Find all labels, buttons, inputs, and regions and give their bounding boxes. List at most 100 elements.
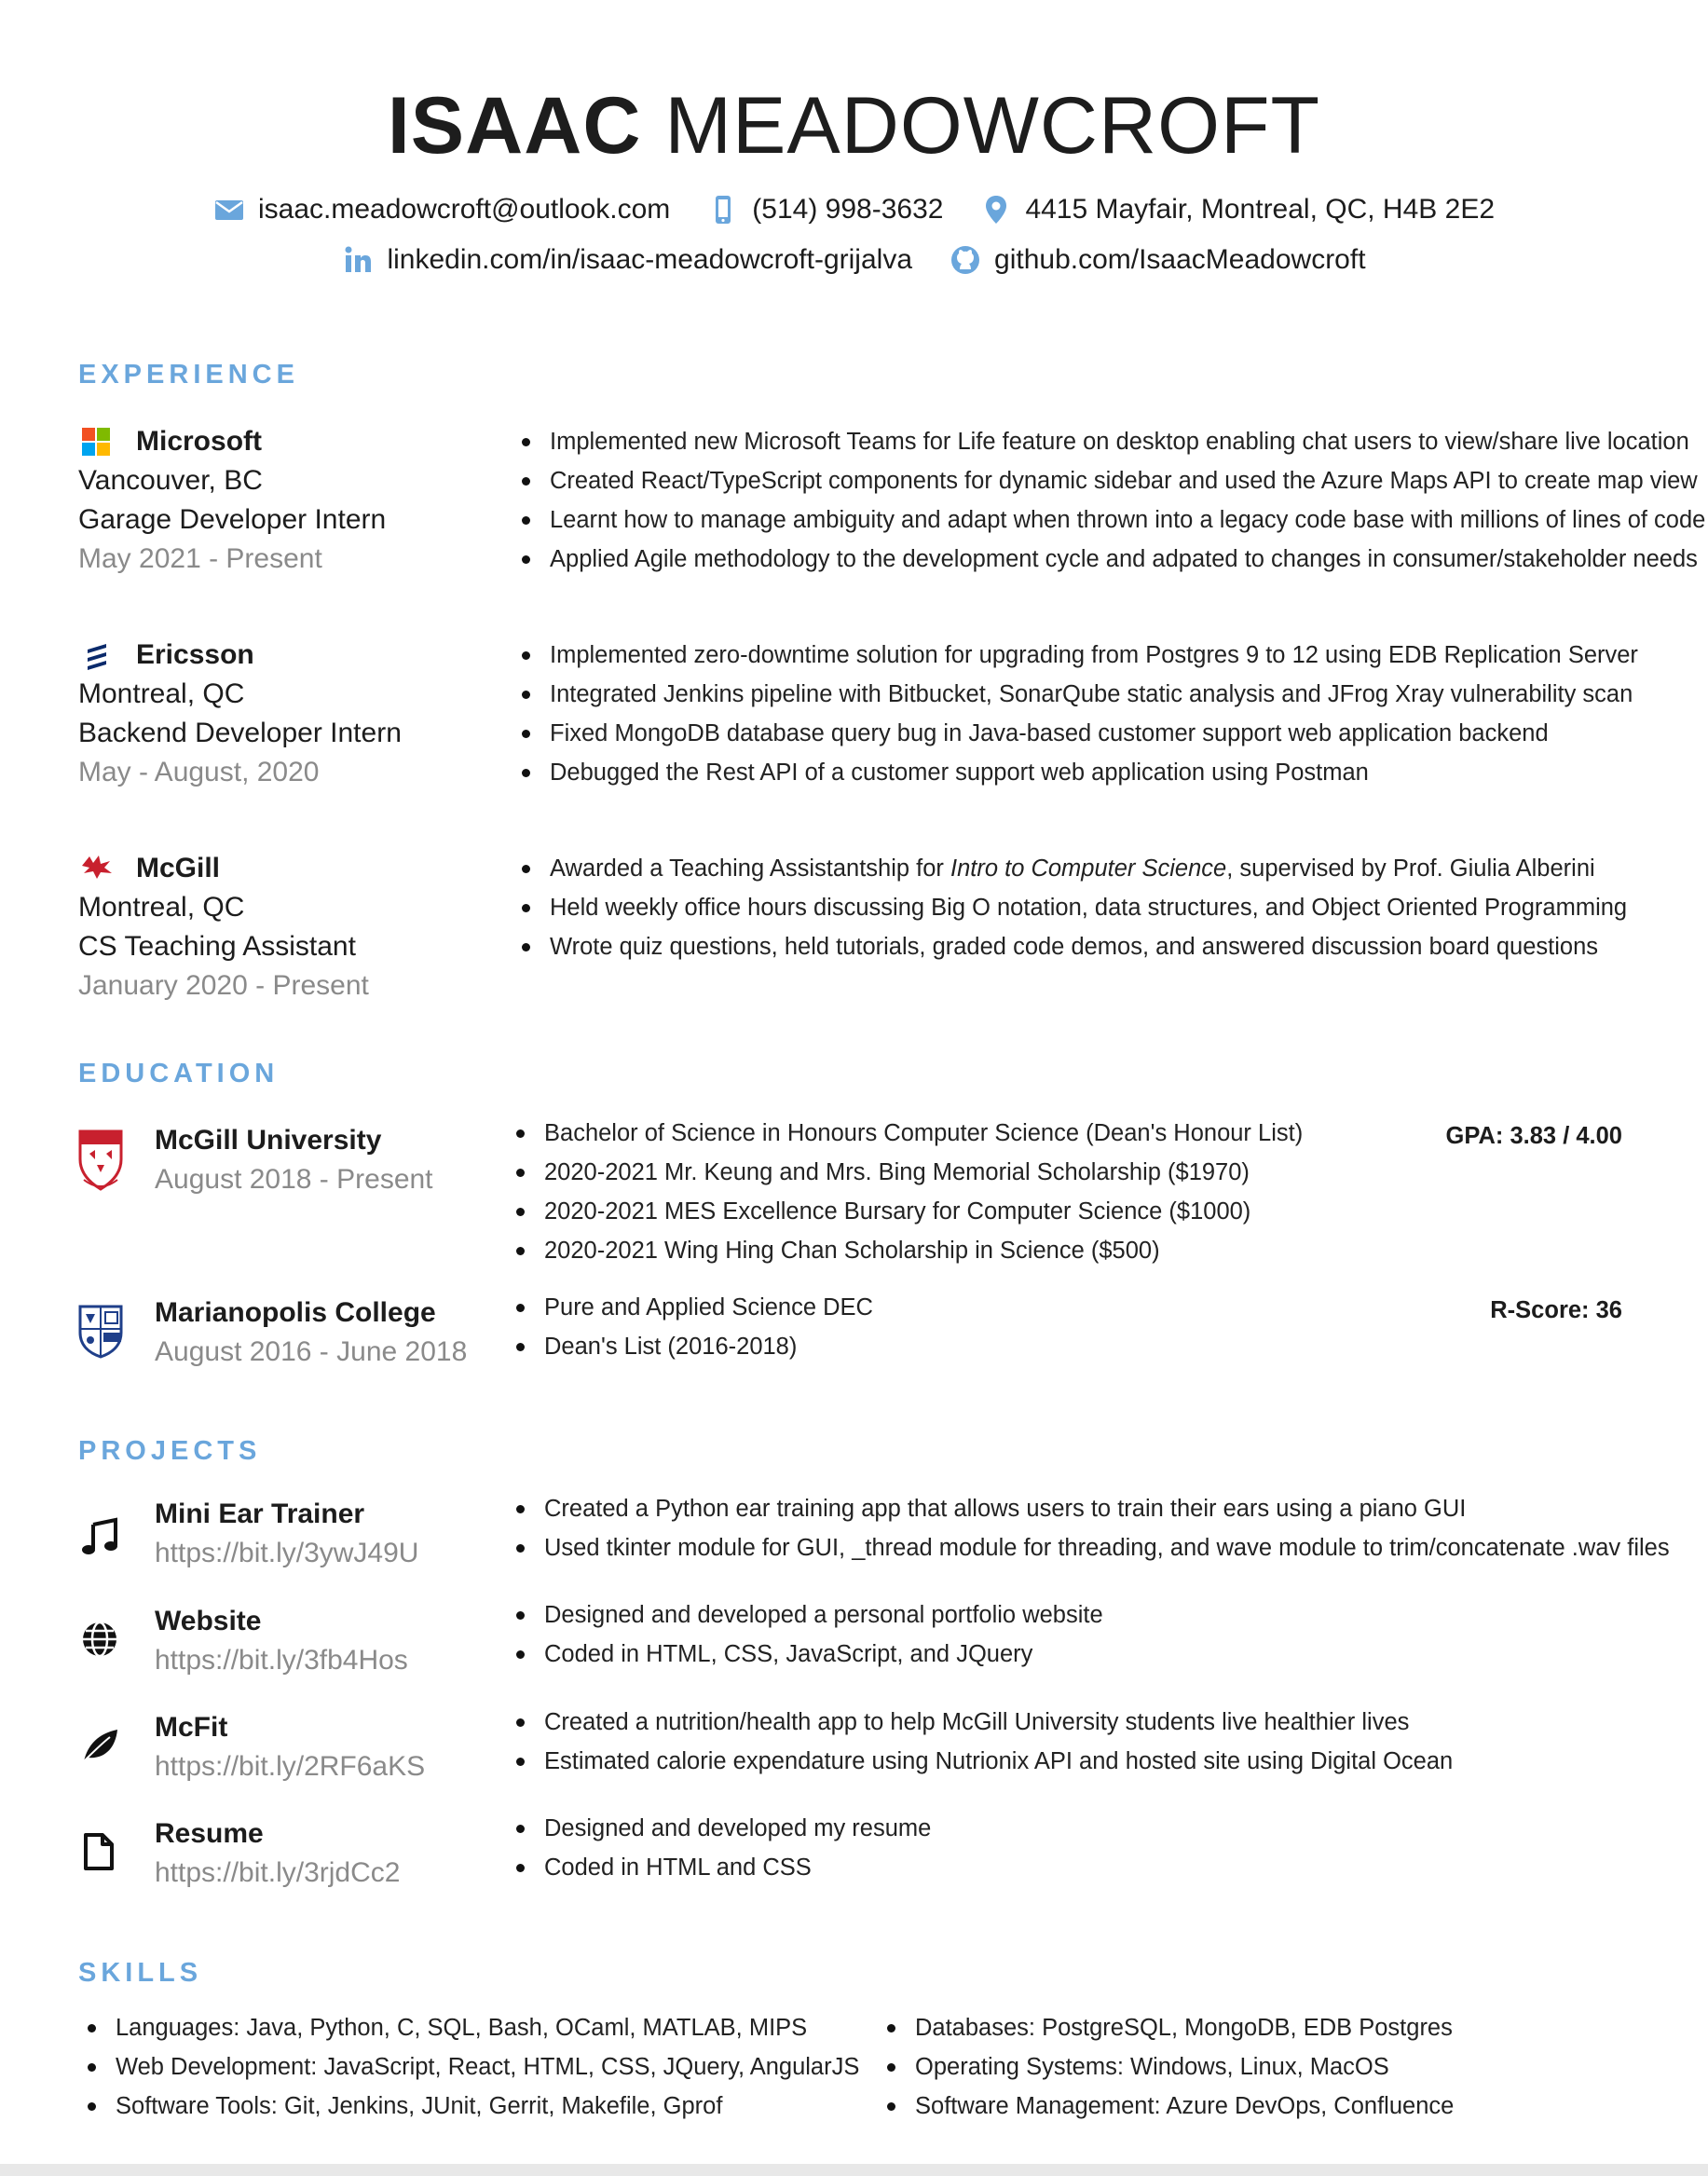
project-entry-ear-trainer: Mini Ear Trainer https://bit.ly/3ywJ49U [155,1495,418,1573]
bullet-text-post: , supervised by Prof. Giulia Alberini [1226,855,1595,882]
contact-row-1: isaac.meadowcroft@outlook.com (514) 998-… [0,194,1708,226]
bullet-item: 2020-2021 Wing Hing Chan Scholarship in … [512,1231,1303,1270]
document-icon [84,1833,114,1870]
page-bottom-edge [0,2164,1708,2176]
music-note-icon [82,1517,117,1554]
education-entry-marianopolis: Marianopolis College August 2016 - June … [155,1293,467,1372]
project-url[interactable]: https://bit.ly/3fb4Hos [155,1641,408,1680]
linkedin-contact[interactable]: linkedin.com/in/isaac-meadowcroft-grijal… [342,244,912,276]
bullet-item: Learnt how to manage ambiguity and adapt… [518,500,1705,540]
education-bullets-marianopolis: Pure and Applied Science DEC Dean's List… [512,1288,873,1366]
bullet-item: Fixed MongoDB database query bug in Java… [518,714,1638,753]
phone-text: (514) 998-3632 [752,194,944,225]
school-name: Marianopolis College [155,1297,436,1328]
address-contact[interactable]: 4415 Mayfair, Montreal, QC, H4B 2E2 [980,194,1495,226]
skill-item: Languages: Java, Python, C, SQL, Bash, O… [80,2008,859,2047]
bullet-item: 2020-2021 MES Excellence Bursary for Com… [512,1192,1303,1231]
project-url[interactable]: https://bit.ly/3rjdCc2 [155,1854,400,1893]
gpa-note: GPA: 3.83 / 4.00 [1445,1123,1622,1149]
experience-entry-ericsson: Ericsson Montreal, QC Backend Developer … [78,636,402,792]
bullet-item: Coded in HTML, CSS, JavaScript, and JQue… [512,1635,1103,1674]
bullet-item: 2020-2021 Mr. Keung and Mrs. Bing Memori… [512,1153,1303,1192]
skill-item: Software Management: Azure DevOps, Confl… [880,2087,1454,2126]
company-name: Microsoft [136,426,262,457]
bullet-item: Created a Python ear training app that a… [512,1489,1670,1528]
skills-right-column: Databases: PostgreSQL, MongoDB, EDB Post… [880,2008,1454,2126]
bullet-item: Debugged the Rest API of a customer supp… [518,753,1638,792]
job-dates: January 2020 - Present [78,970,369,1001]
last-name: MEADOWCROFT [664,81,1321,171]
bullet-item: Created React/TypeScript components for … [518,461,1705,500]
resume-name: ISAAC MEADOWCROFT [0,86,1708,166]
education-entry-mcgill: McGill University August 2018 - Present [155,1121,433,1199]
education-section-title: EDUCATION [78,1059,280,1088]
phone-icon [716,196,731,224]
project-bullets-resume: Designed and developed my resume Coded i… [512,1809,931,1887]
bullet-item: Estimated calorie expendature using Nutr… [512,1742,1453,1781]
bullet-item: Designed and developed my resume [512,1809,931,1848]
job-location: Montreal, QC [78,892,245,923]
globe-icon [83,1621,116,1658]
project-name: McFit [155,1712,228,1743]
phone-contact[interactable]: (514) 998-3632 [707,194,943,226]
skill-item: Software Tools: Git, Jenkins, JUnit, Ger… [80,2087,859,2126]
skills-section-title: SKILLS [78,1958,203,1988]
rscore-note: R-Score: 36 [1490,1297,1622,1323]
envelope-icon [214,200,243,220]
leaf-icon [83,1730,117,1762]
skills-left-column: Languages: Java, Python, C, SQL, Bash, O… [80,2008,859,2126]
projects-section-title: PROJECTS [78,1436,262,1466]
experience-bullets-mcgill: Awarded a Teaching Assistantship for Int… [518,849,1627,966]
bullet-item: Applied Agile methodology to the develop… [518,540,1705,579]
company-name: McGill [136,853,221,883]
experience-section-title: EXPERIENCE [78,360,299,390]
project-entry-website: Website https://bit.ly/3fb4Hos [155,1602,408,1680]
experience-bullets-microsoft: Implemented new Microsoft Teams for Life… [518,422,1705,579]
company-name: Ericsson [136,639,254,670]
email-contact[interactable]: isaac.meadowcroft@outlook.com [213,194,670,226]
bullet-item: Implemented new Microsoft Teams for Life… [518,422,1705,461]
linkedin-icon [345,246,372,272]
school-dates: August 2016 - June 2018 [155,1336,468,1367]
project-entry-resume: Resume https://bit.ly/3rjdCc2 [155,1814,400,1893]
project-bullets-mcfit: Created a nutrition/health app to help M… [512,1703,1453,1781]
project-name: Website [155,1606,262,1636]
experience-entry-microsoft: Microsoft Vancouver, BC Garage Developer… [78,422,386,579]
bullet-item: Awarded a Teaching Assistantship for Int… [518,849,1627,888]
experience-entry-mcgill: McGill Montreal, QC CS Teaching Assistan… [78,849,369,1006]
project-url[interactable]: https://bit.ly/3ywJ49U [155,1534,418,1573]
skill-item: Databases: PostgreSQL, MongoDB, EDB Post… [880,2008,1454,2047]
school-dates: August 2018 - Present [155,1164,433,1195]
contact-row-2: linkedin.com/in/isaac-meadowcroft-grijal… [0,244,1708,276]
school-name: McGill University [155,1125,382,1156]
bullet-item: Implemented zero-downtime solution for u… [518,636,1638,675]
course-name: Intro to Computer Science [950,855,1227,882]
job-dates: May - August, 2020 [78,757,320,787]
bullet-item: Dean's List (2016-2018) [512,1327,873,1366]
address-text: 4415 Mayfair, Montreal, QC, H4B 2E2 [1025,194,1496,225]
bullet-item: Created a nutrition/health app to help M… [512,1703,1453,1742]
bullet-item: Designed and developed a personal portfo… [512,1595,1103,1635]
resume-page: ISAAC MEADOWCROFT isaac.meadowcroft@outl… [0,0,1708,2176]
bullet-item: Pure and Applied Science DEC [512,1288,873,1327]
project-name: Mini Ear Trainer [155,1499,365,1529]
education-bullets-mcgill: Bachelor of Science in Honours Computer … [512,1114,1303,1270]
job-dates: May 2021 - Present [78,543,322,574]
map-pin-icon [986,196,1007,224]
job-role: CS Teaching Assistant [78,931,356,962]
project-url[interactable]: https://bit.ly/2RF6aKS [155,1747,425,1786]
bullet-item: Bachelor of Science in Honours Computer … [512,1114,1303,1153]
project-bullets-ear-trainer: Created a Python ear training app that a… [512,1489,1670,1567]
project-bullets-website: Designed and developed a personal portfo… [512,1595,1103,1674]
bullet-text-pre: Awarded a Teaching Assistantship for [550,855,950,882]
github-text: github.com/IsaacMeadowcroft [994,244,1366,275]
mcgill-crest-icon [78,1129,123,1191]
bullet-item: Used tkinter module for GUI, _thread mod… [512,1528,1670,1567]
experience-bullets-ericsson: Implemented zero-downtime solution for u… [518,636,1638,792]
job-location: Montreal, QC [78,678,245,709]
job-role: Backend Developer Intern [78,718,402,748]
github-contact[interactable]: github.com/IsaacMeadowcroft [950,244,1366,276]
skill-item: Web Development: JavaScript, React, HTML… [80,2047,859,2087]
first-name: ISAAC [387,81,642,171]
project-name: Resume [155,1818,264,1849]
